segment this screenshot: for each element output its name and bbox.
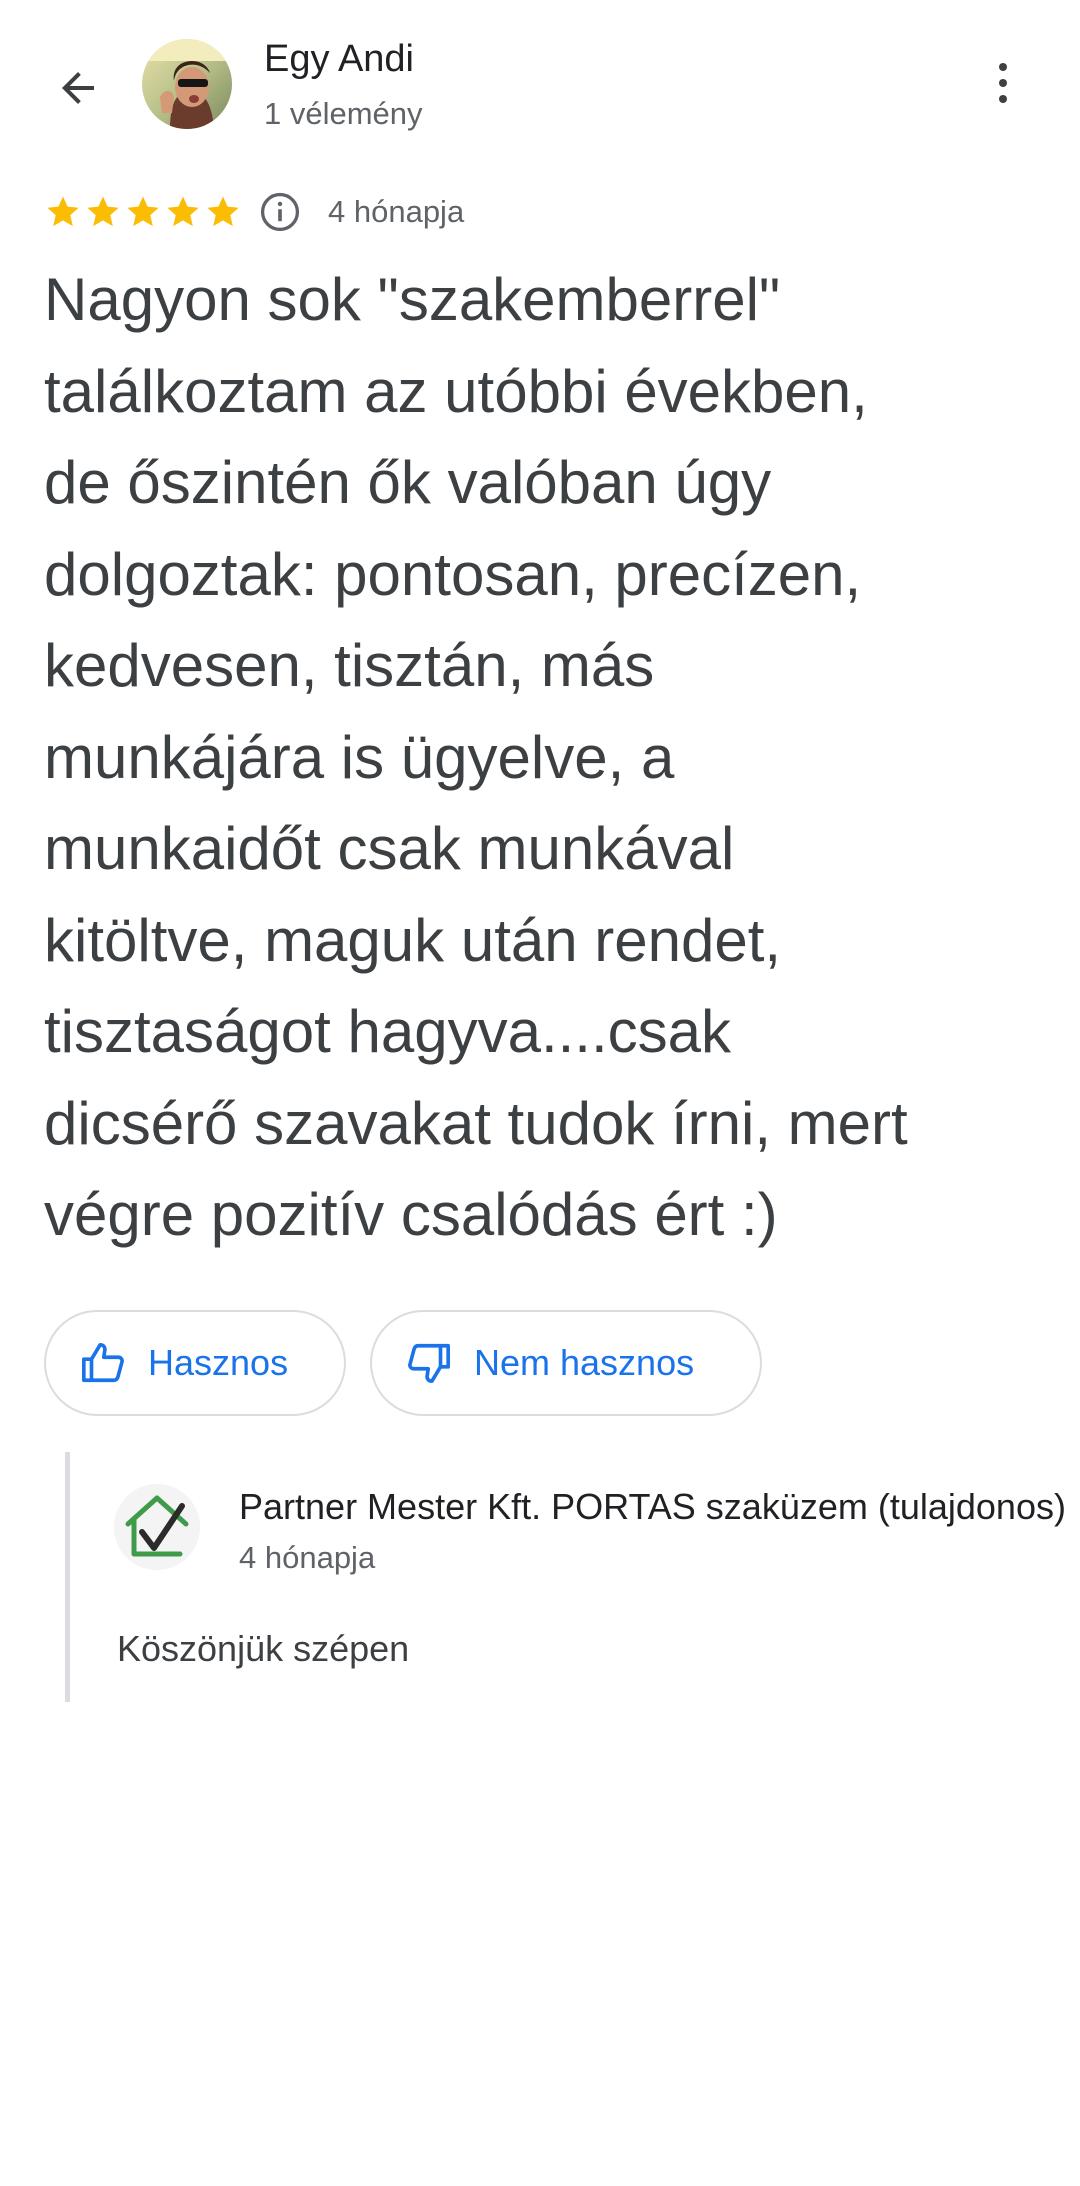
helpful-button[interactable]: Hasznos bbox=[44, 1310, 346, 1416]
star-icon bbox=[127, 196, 159, 227]
star-icon bbox=[87, 196, 119, 227]
avatar-photo bbox=[142, 39, 232, 129]
star-icon bbox=[207, 196, 239, 227]
review-header: Egy Andi 1 vélemény bbox=[0, 0, 1080, 170]
info-icon[interactable] bbox=[258, 190, 302, 234]
reviewer-name[interactable]: Egy Andi bbox=[264, 38, 414, 81]
reviewer-review-count: 1 vélemény bbox=[264, 96, 423, 131]
thumb-down-icon bbox=[408, 1343, 450, 1384]
helpful-label: Hasznos bbox=[148, 1342, 289, 1383]
reply-divider bbox=[65, 1452, 70, 1702]
house-check-logo bbox=[114, 1484, 200, 1570]
reviewer-avatar[interactable] bbox=[142, 39, 232, 129]
not-helpful-button[interactable]: Nem hasznos bbox=[370, 1310, 762, 1416]
feedback-buttons: Hasznos Nem hasznos bbox=[44, 1310, 762, 1416]
thumb-up-icon bbox=[82, 1342, 124, 1383]
star-icon bbox=[47, 196, 79, 227]
more-vert-icon bbox=[999, 63, 1007, 71]
more-options-button[interactable] bbox=[976, 50, 1030, 116]
not-helpful-label: Nem hasznos bbox=[474, 1342, 695, 1383]
star-icon bbox=[167, 196, 199, 227]
owner-reply: Partner Mester Kft. PORTAS szaküzem (tul… bbox=[65, 1452, 1080, 1702]
star-rating bbox=[44, 193, 242, 231]
rating-row: 4 hónapja bbox=[44, 188, 464, 236]
more-vert-dot bbox=[999, 95, 1007, 103]
review-text: Nagyon sok "szakemberrel" találkoztam az… bbox=[44, 266, 908, 1248]
more-vert-dot bbox=[999, 79, 1007, 87]
owner-reply-text: Köszönjük szépen bbox=[117, 1628, 410, 1669]
owner-reply-date: 4 hónapja bbox=[239, 1540, 376, 1575]
owner-logo[interactable] bbox=[114, 1484, 200, 1570]
owner-name[interactable]: Partner Mester Kft. PORTAS szaküzem (tul… bbox=[239, 1486, 1080, 1528]
back-button[interactable] bbox=[40, 50, 116, 126]
review-date: 4 hónapja bbox=[328, 194, 465, 229]
arrow-left-icon bbox=[62, 72, 94, 104]
